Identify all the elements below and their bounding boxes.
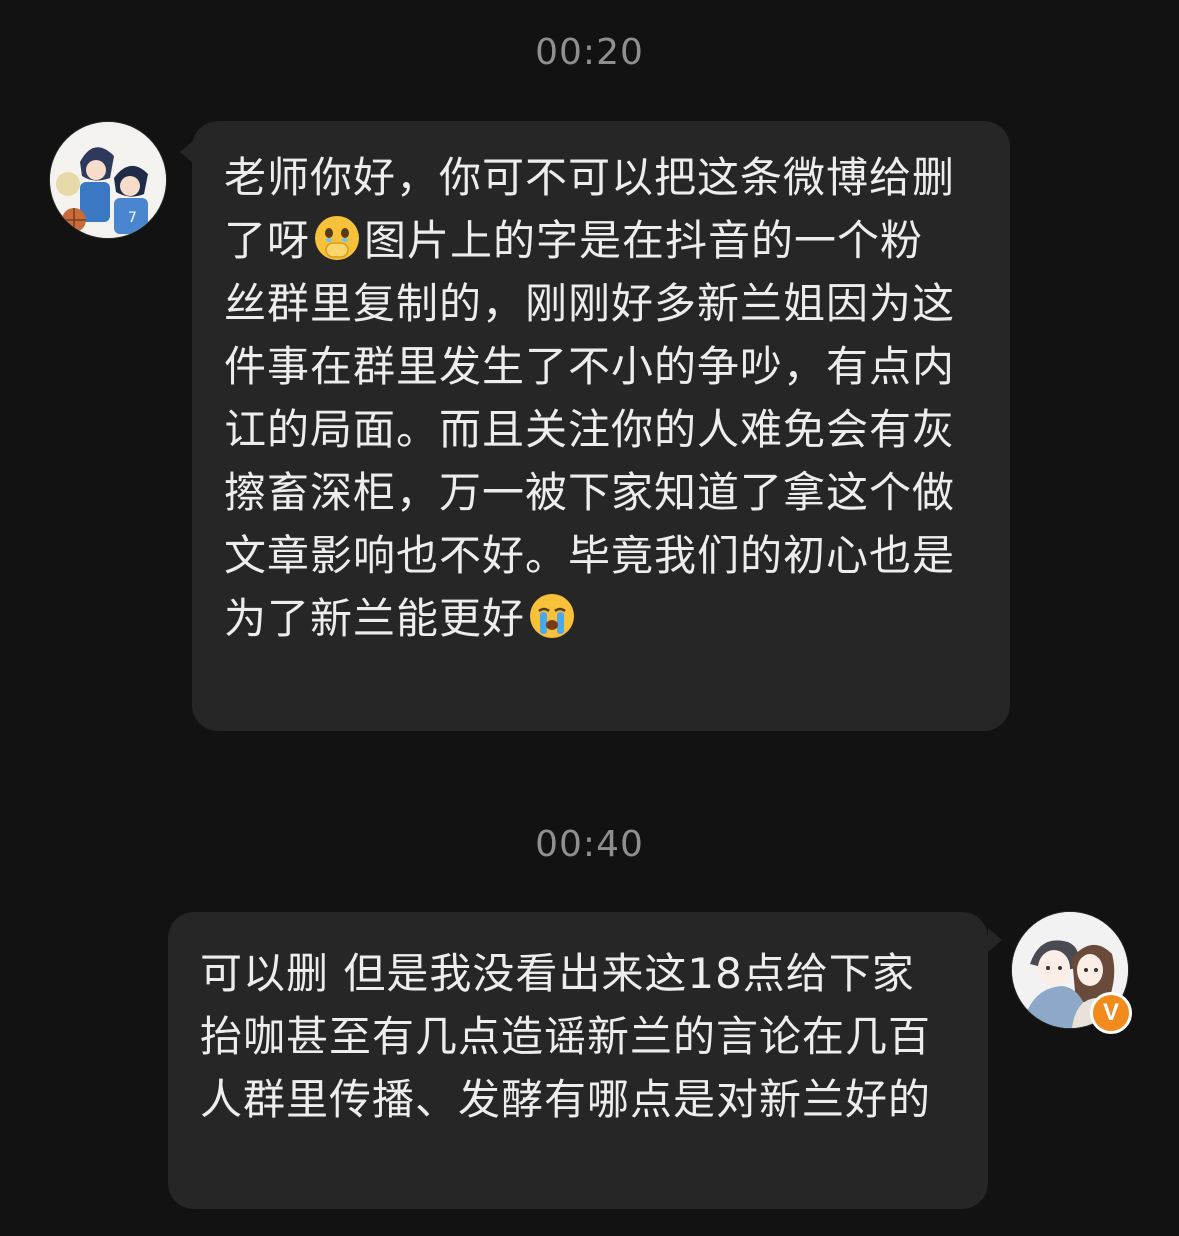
- message-bubble-outgoing[interactable]: 可以删 但是我没看出来这18点给下家抬咖甚至有几点造谣新兰的言论在几百人群里传播…: [168, 912, 988, 1209]
- crying-face-emoji-icon: [527, 591, 577, 641]
- message-text: 图片上的字是在抖音的一个粉丝群里复制的，刚刚好多新兰姐因为这件事在群里发生了不小…: [224, 216, 956, 643]
- timestamp: 00:40: [535, 824, 644, 865]
- hand-over-mouth-emoji-icon: [312, 213, 362, 263]
- timestamp: 00:20: [535, 32, 644, 73]
- anime-couple-avatar-icon: 7: [50, 122, 166, 238]
- message-bubble-incoming[interactable]: 老师你好，你可不可以把这条微博给删了呀 图片上的字是在抖音的一个粉丝群里复制的，刚…: [192, 121, 1010, 731]
- sender-avatar[interactable]: 7: [50, 122, 166, 238]
- svg-text:7: 7: [128, 210, 137, 226]
- bubble-tail: [988, 928, 1002, 952]
- verified-badge-icon: V: [1090, 992, 1132, 1034]
- message-text: 可以删 但是我没看出来这18点给下家抬咖甚至有几点造谣新兰的言论在几百人群里传播…: [200, 949, 932, 1124]
